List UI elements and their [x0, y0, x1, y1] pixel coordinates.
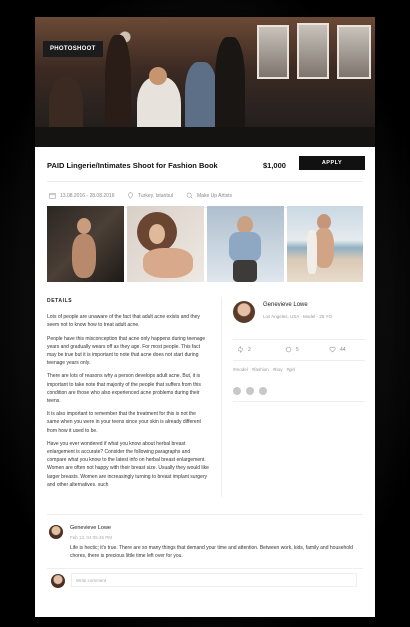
facebook-icon[interactable] — [233, 387, 241, 395]
job-dates: 13.08.2016 - 28.08.2016 — [49, 192, 115, 199]
comment-icon — [285, 346, 292, 353]
hero-image: PHOTOSHOOT — [35, 17, 375, 147]
apply-button[interactable]: APPLY — [299, 156, 365, 170]
location-pin-icon — [128, 192, 133, 199]
share-count: 2 — [248, 346, 251, 353]
comment-author[interactable]: Genevieve Lowe — [70, 525, 111, 531]
job-card: PHOTOSHOOT PAID Lingerie/Intimates Shoot… — [35, 17, 375, 617]
job-dates-text: 13.08.2016 - 28.08.2016 — [60, 192, 115, 199]
profile-divider — [233, 401, 365, 402]
job-role-text: Make Up Artists — [197, 192, 233, 199]
job-title-row: PAID Lingerie/Intimates Shoot for Fashio… — [47, 151, 365, 182]
heart-icon — [329, 346, 336, 353]
details-paragraph: People have this misconception that acne… — [47, 335, 206, 367]
gallery-photo[interactable] — [207, 206, 284, 282]
like-stat[interactable]: 44 — [329, 346, 346, 353]
tag-link[interactable]: #fashion — [252, 367, 269, 372]
hero-figure — [185, 62, 217, 134]
details-heading: DETAILS — [47, 298, 73, 304]
avatar[interactable] — [233, 301, 255, 323]
write-comment-row — [47, 568, 363, 593]
column-divider — [221, 297, 222, 497]
profile-info: Los Angeles, USA · Model · 25 YO — [263, 314, 332, 319]
comment-divider — [47, 514, 363, 515]
twitter-icon[interactable] — [246, 387, 254, 395]
tag-link[interactable]: #boy — [273, 367, 283, 372]
gallery-photo[interactable] — [47, 206, 124, 282]
hero-counter — [35, 127, 375, 147]
category-badge: PHOTOSHOOT — [43, 41, 103, 57]
job-location-text: Turkey, Istanbul — [138, 192, 174, 199]
comment-time: Feb 13, 04:05:45 PM — [70, 535, 113, 540]
calendar-icon — [49, 193, 56, 199]
details-paragraph: Have you ever wondered if what you know … — [47, 440, 209, 488]
search-icon — [186, 192, 193, 199]
profile-stats: 2 5 44 — [233, 339, 365, 361]
comment-text: Life is hectic; it's true. There are so … — [70, 545, 353, 559]
tag-link[interactable]: #model — [233, 367, 248, 372]
hero-mirror — [257, 25, 289, 79]
details-paragraph: It is also important to remember that th… — [47, 411, 201, 434]
hero-mirror — [297, 23, 329, 79]
job-price: $1,000 — [263, 161, 286, 170]
details-paragraph: Lots of people are unaware of the fact t… — [47, 314, 200, 329]
like-count: 44 — [340, 346, 346, 353]
comment-input[interactable] — [71, 573, 357, 587]
details-section: DETAILS Lots of people are unaware of th… — [47, 297, 209, 494]
hero-mirror — [337, 25, 371, 79]
share-icon — [238, 346, 243, 353]
hero-figure — [149, 67, 167, 85]
profile-tags: #model #fashion #boy #girl — [233, 367, 295, 372]
current-user-avatar — [51, 574, 65, 588]
details-paragraph: There are lots of reasons why a person d… — [47, 373, 201, 405]
profile-name[interactable]: Genevieve Lowe — [263, 302, 308, 308]
comment-stat[interactable]: 5 — [285, 346, 299, 353]
job-meta-row: 13.08.2016 - 28.08.2016 Turkey, Istanbul… — [47, 187, 363, 208]
gallery-photo[interactable] — [287, 206, 363, 282]
job-role: Make Up Artists — [186, 192, 232, 199]
tag-link[interactable]: #girl — [287, 367, 296, 372]
instagram-icon[interactable] — [259, 387, 267, 395]
job-location: Turkey, Istanbul — [127, 192, 173, 199]
comment-avatar[interactable] — [49, 525, 63, 539]
social-links — [233, 387, 267, 395]
job-title: PAID Lingerie/Intimates Shoot for Fashio… — [47, 161, 218, 170]
share-stat[interactable]: 2 — [237, 346, 251, 353]
comment-count: 5 — [296, 346, 299, 353]
photo-gallery — [47, 206, 363, 282]
gallery-photo[interactable] — [127, 206, 204, 282]
